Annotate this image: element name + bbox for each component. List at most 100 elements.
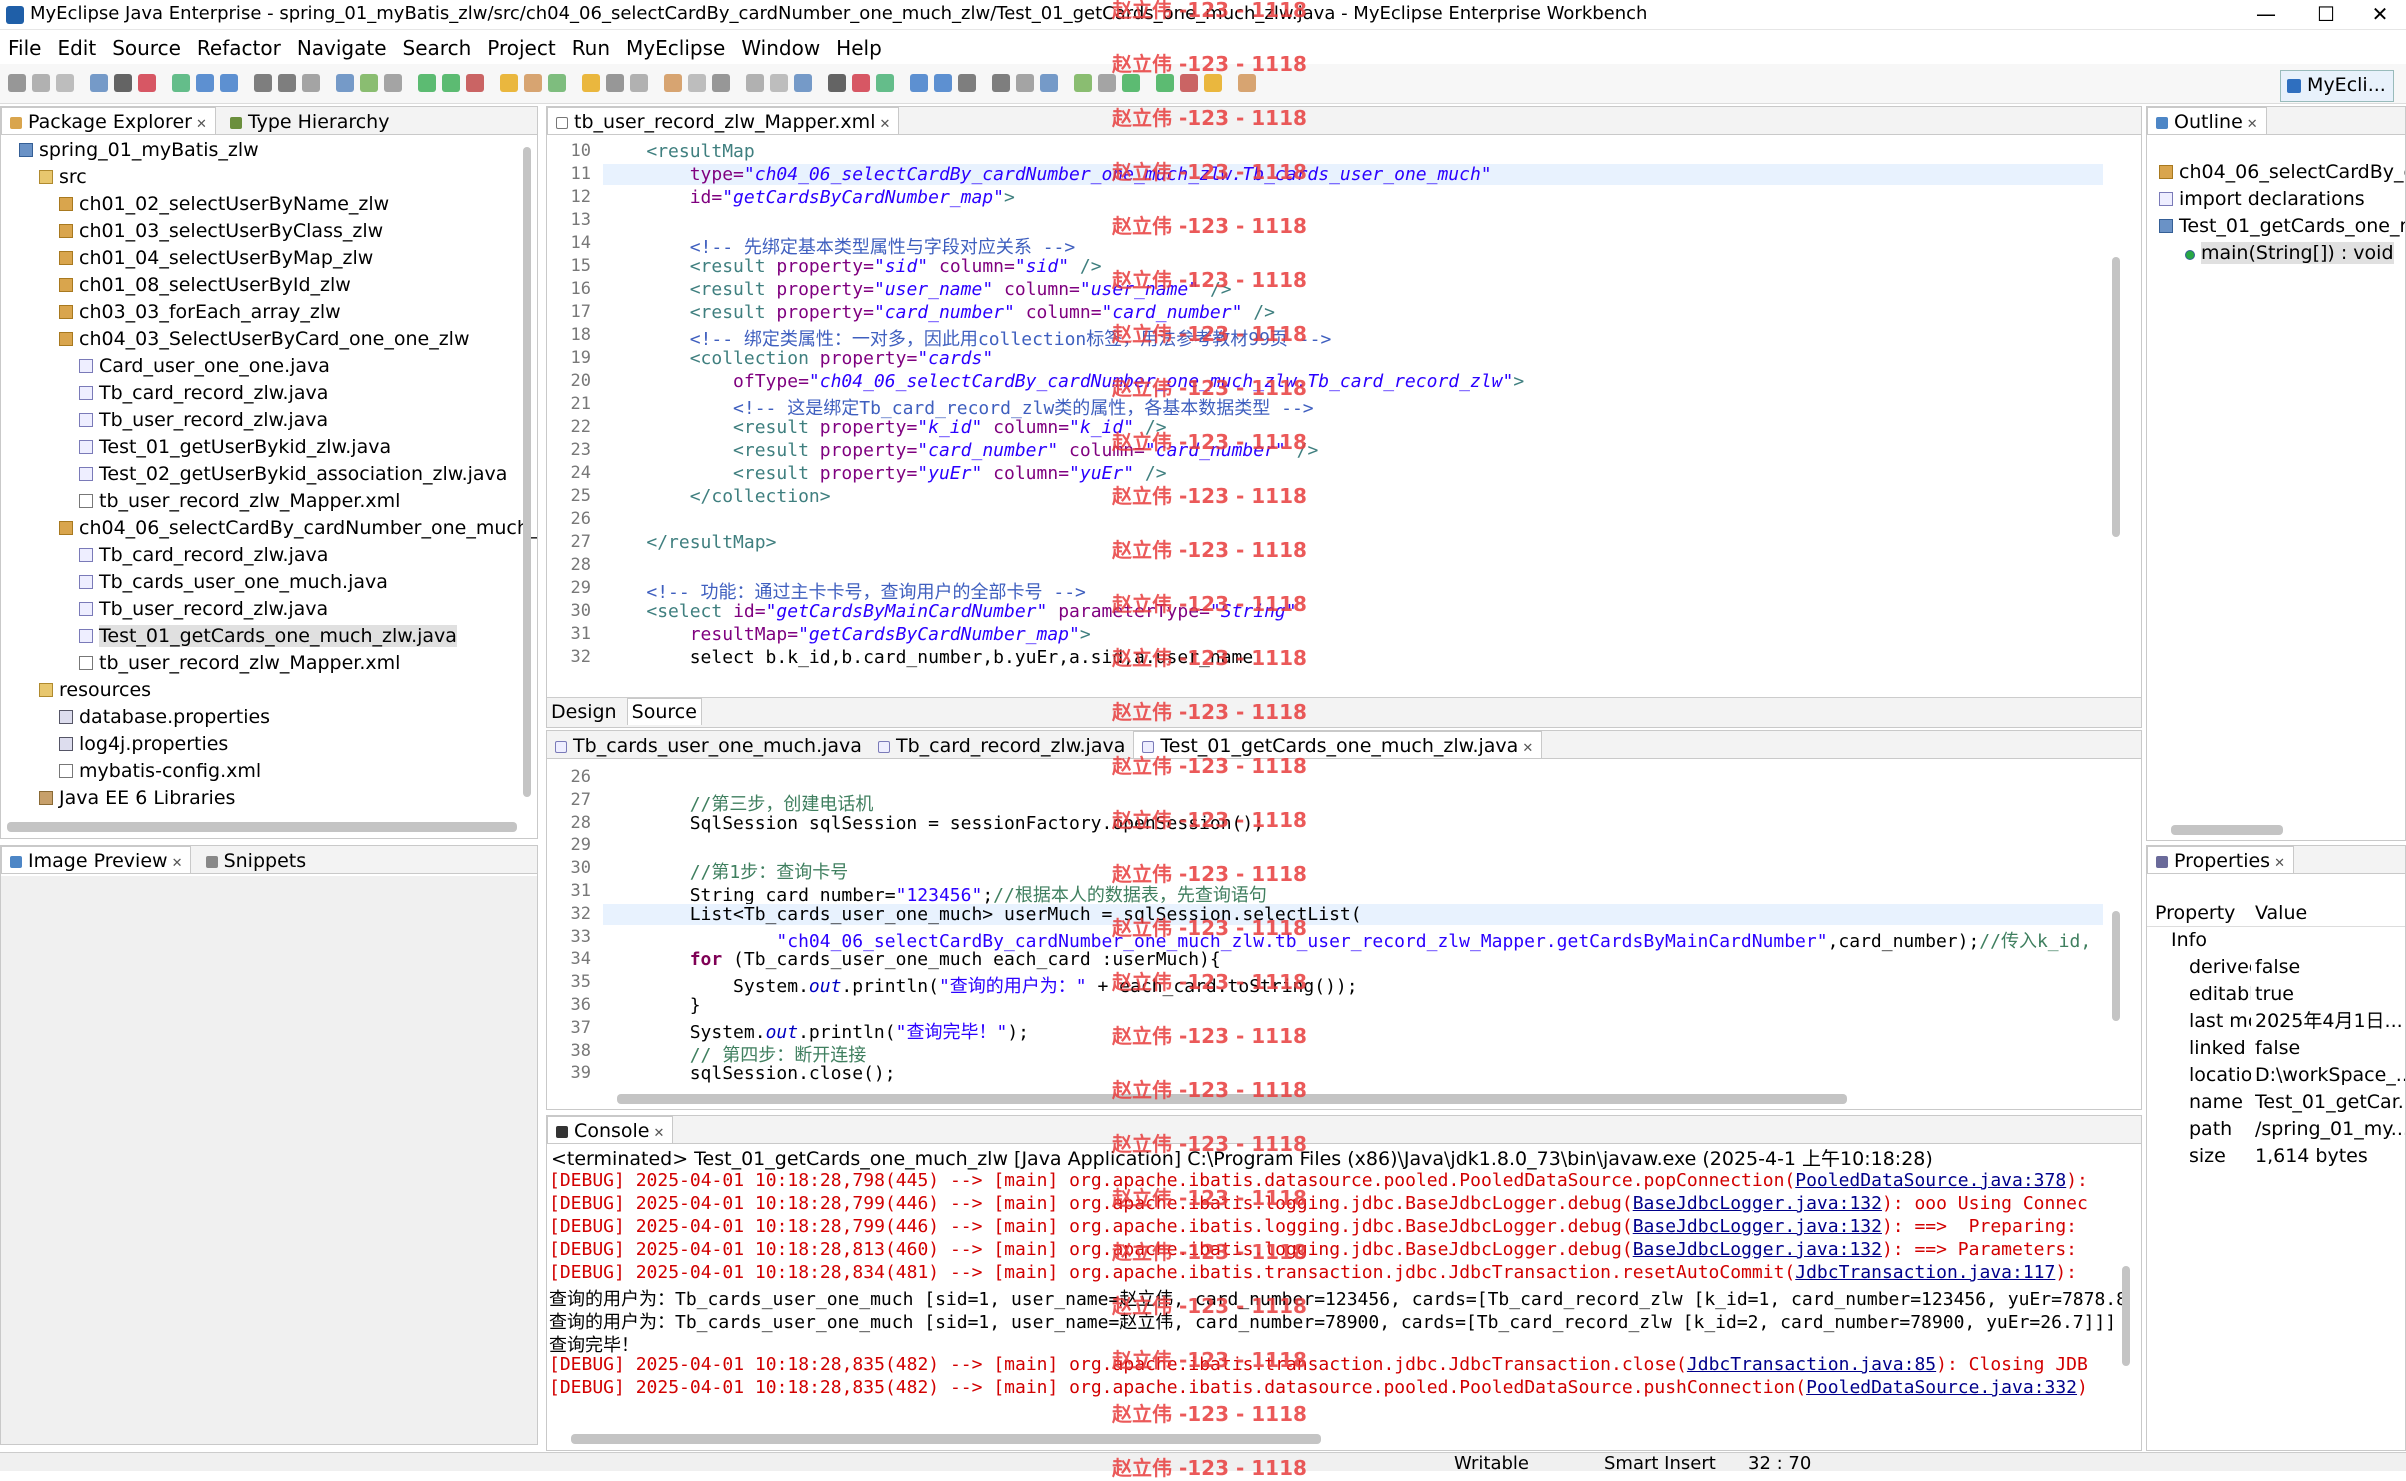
package-tree-item[interactable]: ch01_03_selectUserByClass_zlw <box>1 218 521 245</box>
toolbar-button-icon[interactable] <box>500 74 518 92</box>
toolbar-button-icon[interactable] <box>1040 74 1058 92</box>
property-row[interactable]: locatio D:\workSpace_... <box>2147 1062 2405 1089</box>
tab-java-file[interactable]: Tb_card_record_zlw.java <box>870 732 1133 759</box>
close-tab-icon[interactable]: ✕ <box>172 856 183 871</box>
toolbar-button-icon[interactable] <box>828 74 846 92</box>
file-tree-item[interactable]: Tb_user_record_zlw.java <box>1 407 521 434</box>
file-tree-item[interactable]: Card_user_one_one.java <box>1 353 521 380</box>
menu-file[interactable]: File <box>0 32 49 64</box>
close-tab-icon[interactable]: ✕ <box>2274 856 2285 871</box>
toolbar-button-icon[interactable] <box>688 74 706 92</box>
property-row[interactable]: path/spring_01_my... <box>2147 1116 2405 1143</box>
toolbar-button-icon[interactable] <box>992 74 1010 92</box>
toolbar-button-icon[interactable] <box>114 74 132 92</box>
tab-package-explorer[interactable]: Package Explorer ✕ <box>1 107 216 134</box>
tab-console[interactable]: Console ✕ <box>547 1116 674 1143</box>
menu-run[interactable]: Run <box>564 32 618 64</box>
menu-navigate[interactable]: Navigate <box>289 32 395 64</box>
menu-edit[interactable]: Edit <box>49 32 104 64</box>
java-editor-vscrollbar[interactable] <box>2112 911 2120 1021</box>
toolbar-button-icon[interactable] <box>770 74 788 92</box>
tab-source[interactable]: Source <box>626 698 702 725</box>
close-tab-icon[interactable]: ✕ <box>2247 117 2258 132</box>
property-row[interactable]: derivecfalse <box>2147 954 2405 981</box>
menu-project[interactable]: Project <box>479 32 563 64</box>
toolbar-button-icon[interactable] <box>1016 74 1034 92</box>
property-row[interactable]: editabl true <box>2147 981 2405 1008</box>
file-tree-item[interactable]: Test_01_getCards_one_much_zlw.java <box>1 623 521 650</box>
tab-outline[interactable]: Outline ✕ <box>2147 107 2267 134</box>
toolbar-button-icon[interactable] <box>794 74 812 92</box>
console-hscrollbar[interactable] <box>571 1434 1321 1444</box>
property-row[interactable]: last mc2025年4月1日... <box>2147 1008 2405 1035</box>
close-tab-icon[interactable]: ✕ <box>653 1126 664 1141</box>
property-row[interactable]: linked false <box>2147 1035 2405 1062</box>
tab-java-file[interactable]: Tb_cards_user_one_much.java <box>547 732 870 759</box>
toolbar-button-icon[interactable] <box>220 74 238 92</box>
source-link[interactable]: JdbcTransaction.java:85 <box>1687 1354 1936 1375</box>
package-tree-item[interactable]: ch01_02_selectUserByName_zlw <box>1 191 521 218</box>
file-tree-item[interactable]: mybatis-config.xml <box>1 758 521 785</box>
file-tree-item[interactable]: log4j.properties <box>1 731 521 758</box>
toolbar-button-icon[interactable] <box>384 74 402 92</box>
toolbar-button-icon[interactable] <box>302 74 320 92</box>
toolbar-button-icon[interactable] <box>90 74 108 92</box>
source-link[interactable]: PooledDataSource.java:332 <box>1806 1377 2077 1398</box>
file-tree-item[interactable]: Test_02_getUserBykid_association_zlw.jav… <box>1 461 521 488</box>
tab-design[interactable]: Design <box>547 699 621 726</box>
toolbar-button-icon[interactable] <box>8 74 26 92</box>
close-window-button[interactable]: ✕ <box>2350 0 2406 30</box>
tab-image-preview[interactable]: Image Preview ✕ <box>1 846 192 873</box>
outline-item[interactable]: main(String[]) : void <box>2151 240 2405 267</box>
toolbar-button-icon[interactable] <box>852 74 870 92</box>
file-tree-item[interactable]: tb_user_record_zlw_Mapper.xml <box>1 650 521 677</box>
toolbar-button-icon[interactable] <box>196 74 214 92</box>
property-row[interactable]: name Test_01_getCar... <box>2147 1089 2405 1116</box>
toolbar-button-icon[interactable] <box>278 74 296 92</box>
toolbar-button-icon[interactable] <box>606 74 624 92</box>
toolbar-button-icon[interactable] <box>746 74 764 92</box>
toolbar-button-icon[interactable] <box>958 74 976 92</box>
package-tree-item[interactable]: ch03_03_forEach_array_zlw <box>1 299 521 326</box>
xml-editor-vscrollbar[interactable] <box>2112 257 2120 537</box>
minimize-button[interactable]: — <box>2236 0 2296 30</box>
xml-code-area[interactable]: 10 <resultMap 11 type="ch04_06_selectCard… <box>547 141 2107 671</box>
folder-tree-item[interactable]: spring_01_myBatis_zlw <box>1 137 521 164</box>
package-tree-item[interactable]: ch01_04_selectUserByMap_zlw <box>1 245 521 272</box>
package-tree-item[interactable]: ch04_03_SelectUserByCard_one_one_zlw <box>1 326 521 353</box>
toolbar-button-icon[interactable] <box>442 74 460 92</box>
toolbar-button-icon[interactable] <box>934 74 952 92</box>
source-link[interactable]: BaseJdbcLogger.java:132 <box>1633 1216 1882 1237</box>
file-tree-item[interactable]: Tb_card_record_zlw.java <box>1 380 521 407</box>
toolbar-button-icon[interactable] <box>360 74 378 92</box>
close-tab-icon[interactable]: ✕ <box>879 117 890 132</box>
java-code-area[interactable]: 26 27 //第三步，创建电话机 28 SqlSession sqlSession… <box>547 767 2107 1087</box>
toolbar-button-icon[interactable] <box>712 74 730 92</box>
tab-mapper-xml[interactable]: tb_user_record_zlw_Mapper.xml ✕ <box>547 107 900 134</box>
source-link[interactable]: BaseJdbcLogger.java:132 <box>1633 1193 1882 1214</box>
console-vscrollbar[interactable] <box>2122 1266 2130 1366</box>
menu-myeclipse[interactable]: MyEclipse <box>618 32 733 64</box>
menu-help[interactable]: Help <box>828 32 890 64</box>
toolbar-button-icon[interactable] <box>664 74 682 92</box>
source-link[interactable]: PooledDataSource.java:378 <box>1795 1170 2066 1191</box>
toolbar-button-icon[interactable] <box>418 74 436 92</box>
toolbar-button-icon[interactable] <box>582 74 600 92</box>
file-tree-item[interactable]: tb_user_record_zlw_Mapper.xml <box>1 488 521 515</box>
perspective-switcher[interactable]: MyEcli... <box>2280 70 2394 102</box>
source-link[interactable]: JdbcTransaction.java:117 <box>1795 1262 2055 1283</box>
outline-hscrollbar[interactable] <box>2171 825 2283 835</box>
outline-item[interactable]: ch04_06_selectCardBy_c <box>2151 159 2405 186</box>
toolbar-button-icon[interactable] <box>138 74 156 92</box>
toolbar-button-icon[interactable] <box>524 74 542 92</box>
toolbar-button-icon[interactable] <box>336 74 354 92</box>
tab-properties[interactable]: Properties ✕ <box>2147 846 2294 873</box>
close-tab-icon[interactable]: ✕ <box>1522 741 1533 756</box>
toolbar-button-icon[interactable] <box>630 74 648 92</box>
menu-source[interactable]: Source <box>104 32 189 64</box>
file-tree-item[interactable]: Tb_cards_user_one_much.java <box>1 569 521 596</box>
toolbar-button-icon[interactable] <box>548 74 566 92</box>
toolbar-button-icon[interactable] <box>876 74 894 92</box>
file-tree-item[interactable]: database.properties <box>1 704 521 731</box>
menu-search[interactable]: Search <box>395 32 480 64</box>
